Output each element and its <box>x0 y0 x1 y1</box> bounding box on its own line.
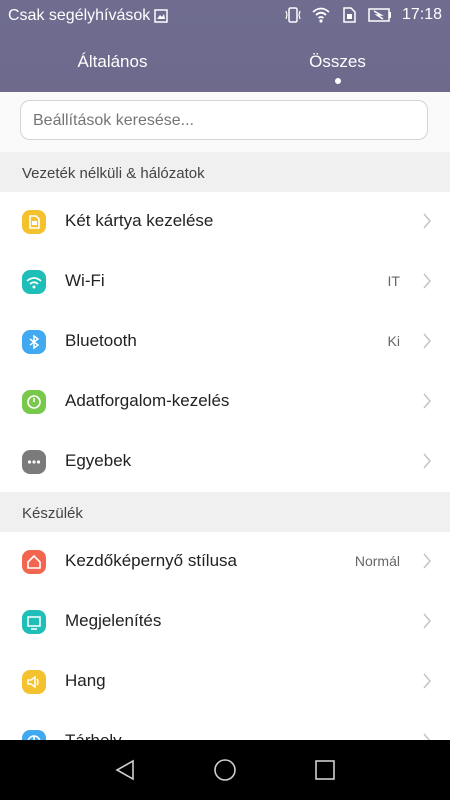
chevron-right-icon <box>423 213 431 229</box>
settings-item-label: Wi-Fi <box>65 271 105 290</box>
tab-general-label: Általános <box>77 52 148 71</box>
settings-item-wifi[interactable]: Wi-Fi IT <box>0 252 450 313</box>
chevron-right-icon <box>423 393 431 409</box>
settings-item-label: Egyebek <box>65 451 132 470</box>
chevron-right-icon <box>423 733 431 740</box>
carrier-text: Csak segélyhívások <box>8 7 151 24</box>
more-icon <box>22 450 46 474</box>
chevron-right-icon <box>423 613 431 629</box>
sim-card-icon <box>22 210 46 234</box>
battery-charging-icon <box>368 8 391 22</box>
sim-status-icon <box>343 7 356 23</box>
settings-item-value: Normál <box>354 553 400 569</box>
display-icon <box>22 610 46 634</box>
data-usage-icon <box>22 390 46 414</box>
tab-general[interactable]: Általános <box>0 44 225 92</box>
settings-item-label: Bluetooth <box>65 331 137 350</box>
settings-item-sound[interactable]: Hang <box>0 652 450 713</box>
chevron-right-icon <box>423 333 431 349</box>
search-input[interactable] <box>21 101 441 141</box>
settings-item-bluetooth[interactable]: Bluetooth Ki <box>0 312 450 373</box>
back-icon[interactable] <box>113 758 137 782</box>
recent-apps-icon[interactable] <box>313 758 337 782</box>
search-box[interactable] <box>20 100 441 141</box>
wifi-status-icon <box>312 7 330 23</box>
settings-item-label: Adatforgalom-kezelés <box>65 391 230 410</box>
vibrate-icon <box>285 7 301 23</box>
settings-item-value: IT <box>387 273 400 289</box>
settings-item-label: Tárhely <box>65 731 122 740</box>
status-bar: Csak segélyhívások 17:18 <box>0 0 450 34</box>
settings-item-more[interactable]: Egyebek <box>0 432 450 493</box>
settings-item-value: Ki <box>387 333 400 349</box>
section-header-wireless: Vezeték nélküli & hálózatok <box>0 152 450 192</box>
home-nav-icon[interactable] <box>213 758 237 782</box>
chevron-right-icon <box>423 673 431 689</box>
clock: 17:18 <box>401 6 442 23</box>
storage-icon <box>22 730 46 740</box>
top-bar: Csak segélyhívások 17:18 Általános Össze… <box>0 0 450 92</box>
active-tab-indicator <box>334 78 341 84</box>
image-notification-icon <box>154 9 168 23</box>
chevron-right-icon <box>423 453 431 469</box>
chevron-right-icon <box>423 273 431 289</box>
section-header-device: Készülék <box>0 492 450 532</box>
wifi-icon <box>22 270 46 294</box>
tab-all-label: Összes <box>309 52 366 71</box>
status-icons: 17:18 <box>284 6 442 24</box>
settings-item-display[interactable]: Megjelenítés <box>0 592 450 653</box>
settings-item-data-usage[interactable]: Adatforgalom-kezelés <box>0 372 450 433</box>
chevron-right-icon <box>423 553 431 569</box>
navigation-bar <box>0 740 450 800</box>
settings-item-home-screen-style[interactable]: Kezdőképernyő stílusa Normál <box>0 532 450 593</box>
sound-icon <box>22 670 46 694</box>
tab-all[interactable]: Összes <box>225 44 450 92</box>
settings-item-label: Kezdőképernyő stílusa <box>65 551 237 570</box>
settings-item-dual-sim[interactable]: Két kártya kezelése <box>0 192 450 253</box>
settings-list: Vezeték nélküli & hálózatok Két kártya k… <box>0 92 450 740</box>
settings-item-storage[interactable]: Tárhely <box>0 712 450 740</box>
settings-item-label: Hang <box>65 671 106 690</box>
bluetooth-icon <box>22 330 46 354</box>
tab-bar: Általános Összes <box>0 44 450 92</box>
settings-item-label: Két kártya kezelése <box>65 211 214 230</box>
home-icon <box>22 550 46 574</box>
settings-item-label: Megjelenítés <box>65 611 162 630</box>
